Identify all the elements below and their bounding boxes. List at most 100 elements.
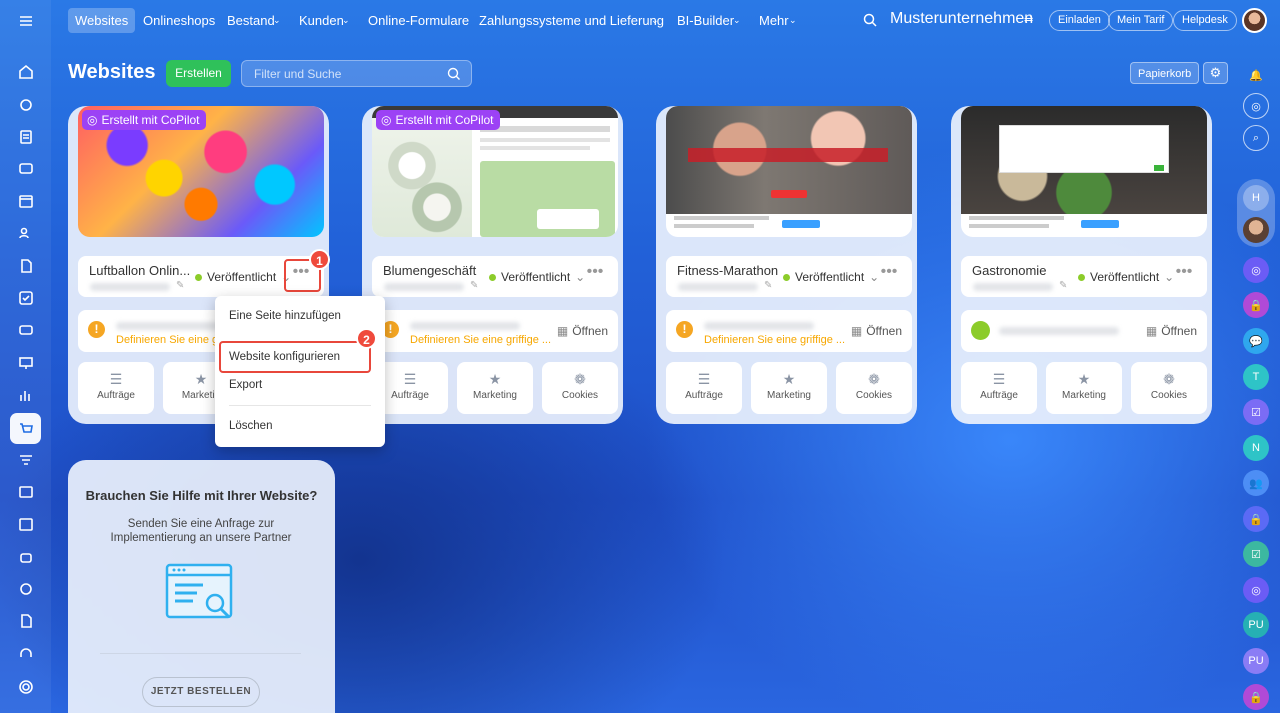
tile-cookies[interactable]: ❁ Cookies: [1131, 362, 1207, 414]
open-button[interactable]: ▦ Öffnen: [1146, 324, 1197, 338]
headset-icon[interactable]: [14, 642, 38, 666]
trash-button[interactable]: Papierkorb: [1130, 62, 1200, 84]
task-icon[interactable]: ☑: [1243, 541, 1269, 567]
tile-cookies[interactable]: ❁ Cookies: [542, 362, 618, 414]
more-icon[interactable]: •••: [879, 264, 899, 284]
site-name-box: Blumengeschäft ✎ Veröffentlicht ⌄ •••: [372, 256, 618, 297]
site-url: [384, 283, 464, 291]
signature-icon[interactable]: [14, 609, 38, 633]
schedule-icon[interactable]: [14, 512, 38, 536]
order-now-button[interactable]: JETZT BESTELLEN: [142, 677, 260, 707]
search-input[interactable]: Filter und Suche: [241, 60, 472, 87]
lock-icon[interactable]: 🔒: [1243, 684, 1269, 710]
tile-marketing[interactable]: ★ Marketing: [457, 362, 533, 414]
nav-bi-builder[interactable]: BI-Builder: [670, 8, 741, 33]
message-icon[interactable]: 💬: [1243, 328, 1269, 354]
lock-icon[interactable]: 🔒: [1243, 292, 1269, 318]
task-icon[interactable]: ☑: [1243, 399, 1269, 425]
robot-icon[interactable]: [14, 545, 38, 569]
chat-avatar-pu[interactable]: PU: [1243, 612, 1269, 638]
company-name[interactable]: Musterunternehmen: [890, 10, 1033, 28]
tile-cookies[interactable]: ❁ Cookies: [836, 362, 912, 414]
chat-avatar-n[interactable]: N: [1243, 435, 1269, 461]
switch-icon[interactable]: ⇌: [1024, 13, 1033, 26]
feed-icon[interactable]: [14, 93, 38, 117]
presentation-icon[interactable]: [14, 351, 38, 375]
more-icon[interactable]: •••: [1174, 264, 1194, 284]
status-badge[interactable]: Veröffentlicht ⌄: [489, 270, 585, 284]
analytics-icon[interactable]: [14, 383, 38, 407]
tile-orders[interactable]: ☰ Aufträge: [961, 362, 1037, 414]
site-thumbnail[interactable]: [666, 106, 912, 237]
settings-icon[interactable]: [14, 675, 38, 699]
contacts-icon[interactable]: [14, 221, 38, 245]
tile-marketing[interactable]: ★ Marketing: [751, 362, 827, 414]
pencil-icon[interactable]: ✎: [470, 280, 478, 291]
status-badge[interactable]: Veröffentlicht ⌄: [783, 270, 879, 284]
tile-marketing[interactable]: ★ Marketing: [1046, 362, 1122, 414]
open-button[interactable]: ▦ Öffnen: [851, 324, 902, 338]
nav-websites[interactable]: Websites: [68, 8, 136, 33]
helpdesk-button[interactable]: Helpdesk: [1173, 10, 1237, 31]
menu-add-page[interactable]: Eine Seite hinzufügen: [229, 310, 341, 322]
define-domain-text[interactable]: Definieren Sie eine griffige ...: [704, 334, 845, 346]
more-icon[interactable]: •••: [585, 264, 605, 284]
calendar-icon[interactable]: [14, 189, 38, 213]
chevron-down-icon: ⌄: [733, 15, 741, 25]
site-name[interactable]: Blumengeschäft: [383, 263, 476, 278]
create-button[interactable]: Erstellen: [166, 60, 231, 87]
site-name[interactable]: Gastronomie: [972, 263, 1046, 278]
tile-orders[interactable]: ☰ Aufträge: [666, 362, 742, 414]
nav-online-formulare[interactable]: Online-Formulare: [361, 8, 476, 33]
pencil-icon[interactable]: ✎: [176, 280, 184, 291]
define-domain-text[interactable]: Definieren Sie eine gr: [116, 334, 222, 346]
avatar[interactable]: [1242, 8, 1267, 33]
status-badge[interactable]: Veröffentlicht ⌄: [1078, 270, 1174, 284]
domain-box: ! Definieren Sie eine griffige ... ▦ Öffn…: [372, 310, 618, 352]
pencil-icon[interactable]: ✎: [764, 280, 772, 291]
menu-export[interactable]: Export: [229, 379, 262, 391]
search-icon[interactable]: [447, 67, 461, 81]
nav-onlineshops[interactable]: Onlineshops: [136, 8, 222, 33]
copilot-icon[interactable]: [14, 577, 38, 601]
home-icon[interactable]: [14, 60, 38, 84]
tasks-icon[interactable]: [14, 125, 38, 149]
define-domain-text[interactable]: Definieren Sie eine griffige ...: [410, 334, 551, 346]
copilot-icon: ◎: [381, 113, 392, 127]
chat-avatar-t[interactable]: T: [1243, 364, 1269, 390]
site-thumbnail[interactable]: ◎ Erstellt mit CoPilot: [78, 106, 324, 237]
site-thumbnail[interactable]: ◎ Erstellt mit CoPilot: [372, 106, 618, 237]
chat-icon[interactable]: [14, 157, 38, 181]
plan-button[interactable]: Mein Tarif: [1108, 10, 1174, 31]
search-icon[interactable]: [863, 13, 878, 28]
site-thumbnail[interactable]: [961, 106, 1207, 237]
chat-avatar[interactable]: [1243, 217, 1269, 243]
cart-icon[interactable]: [10, 413, 41, 444]
site-name[interactable]: Luftballon Onlin...: [89, 263, 190, 278]
copilot-icon[interactable]: ◎: [1243, 93, 1269, 119]
nav-zahlungssysteme[interactable]: Zahlungssysteme und Lieferung: [472, 8, 671, 33]
tile-orders[interactable]: ☰ Aufträge: [78, 362, 154, 414]
search-chat-icon[interactable]: ⌕: [1243, 125, 1269, 151]
orders-icon: ☰: [109, 371, 123, 387]
checklist-icon[interactable]: [14, 286, 38, 310]
inbox-icon[interactable]: [14, 318, 38, 342]
site-name[interactable]: Fitness-Marathon: [677, 263, 778, 278]
status-badge[interactable]: Veröffentlicht ⌄: [195, 270, 291, 284]
copilot-chat-icon[interactable]: ◎: [1243, 577, 1269, 603]
filter-icon[interactable]: [14, 448, 38, 472]
menu-delete[interactable]: Löschen: [229, 420, 272, 432]
pencil-icon[interactable]: ✎: [1059, 280, 1067, 291]
chat-avatar-h[interactable]: H: [1243, 185, 1269, 211]
chat-avatar-pu[interactable]: PU: [1243, 648, 1269, 674]
invite-button[interactable]: Einladen: [1049, 10, 1110, 31]
group-icon[interactable]: 👥: [1243, 470, 1269, 496]
copilot-chat-icon[interactable]: ◎: [1243, 257, 1269, 283]
bell-icon[interactable]: 🔔: [1243, 62, 1269, 88]
documents-icon[interactable]: [14, 254, 38, 278]
card-icon[interactable]: [14, 480, 38, 504]
gear-icon[interactable]: ⚙: [1203, 62, 1228, 84]
menu-icon[interactable]: [14, 9, 38, 33]
open-button[interactable]: ▦ Öffnen: [557, 324, 608, 338]
lock-icon[interactable]: 🔒: [1243, 506, 1269, 532]
